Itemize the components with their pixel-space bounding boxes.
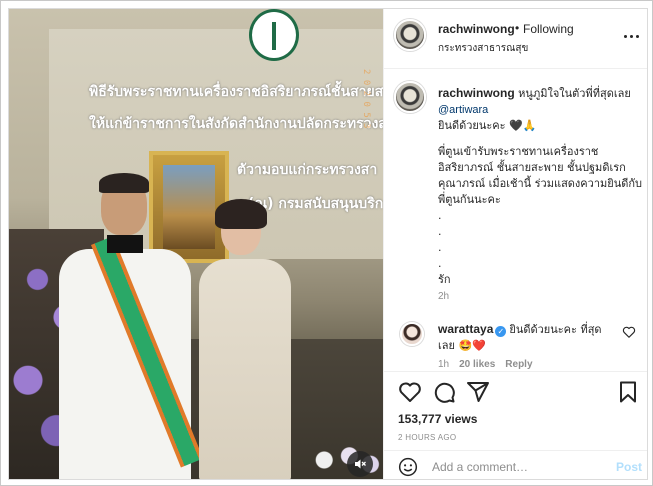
post-location[interactable]: กระทรวงสาธารณสุข	[438, 41, 528, 56]
caption-dot: .	[438, 225, 442, 238]
caption-first-text: หนูภูมิใจในตัวพี่ที่สุดเลย	[518, 87, 631, 100]
caption-body-line: พี่ตูนเข้ารับพระราชทานเครื่องราช	[438, 145, 599, 158]
post-timestamp[interactable]: 2 HOURS AGO	[398, 433, 456, 442]
banner-line-3: ตัวามอบแก่กระทรวงสา	[237, 162, 378, 178]
post-header: rachwinwong • Following กระทรวงสาธารณสุข	[384, 9, 647, 69]
following-button[interactable]: Following	[523, 22, 574, 36]
ministry-emblem	[249, 9, 299, 61]
uniform-collar	[107, 235, 143, 253]
commenter-avatar[interactable]	[400, 322, 424, 346]
caption-dot: .	[438, 257, 442, 270]
commenter-username[interactable]: warattaya	[438, 322, 493, 336]
man-hair	[99, 173, 149, 193]
caption-dot: .	[438, 209, 442, 222]
speaker-muted-icon	[355, 459, 366, 469]
woman-thai-dress	[199, 259, 291, 479]
woman-hair	[215, 199, 267, 229]
caption-username[interactable]: rachwinwong	[438, 86, 515, 100]
add-comment-bar: Post	[384, 450, 647, 479]
caption-dot: .	[438, 241, 442, 254]
caption-time[interactable]: 2h	[438, 291, 449, 302]
caption-mention[interactable]: @artiwara	[438, 102, 642, 118]
banner-line-1: พิธีรับพระราชทานเครื่องราชอิสริยาภรณ์ชั้…	[89, 84, 383, 100]
banner-line-2: ให้แก่ข้าราชการในสังกัดสำนักงานปลัดกระทร…	[89, 116, 383, 132]
comment-time[interactable]: 1h	[438, 359, 449, 370]
comment-text: warattaya ✓ ยินดีด้วยนะคะ ที่สุดเลย 🤩❤️	[438, 321, 616, 354]
comment-likes[interactable]: 20 likes	[459, 359, 495, 370]
comment-meta: 1h 20 likes Reply	[438, 359, 533, 370]
author-username[interactable]: rachwinwong	[438, 22, 515, 36]
caption-body-line: พี่ตูนกันนะคะ	[438, 193, 501, 206]
save-bookmark-icon[interactable]	[616, 380, 640, 404]
view-count[interactable]: 153,777 views	[398, 412, 477, 426]
instagram-post: พิธีรับพระราชทานเครื่องราชอิสริยาภรณ์ชั้…	[8, 8, 648, 480]
film-date-stamp: 2 0 2 0 5 3	[361, 69, 371, 449]
screenshot-frame: พิธีรับพระราชทานเครื่องราชอิสริยาภรณ์ชั้…	[0, 0, 653, 486]
verified-badge-icon: ✓	[495, 326, 507, 337]
emoji-smiley-icon[interactable]	[398, 457, 418, 477]
caption-sign-off: รัก	[438, 273, 451, 286]
author-avatar[interactable]	[394, 19, 426, 51]
post-comment-button[interactable]: Post	[616, 460, 642, 474]
like-heart-icon[interactable]	[398, 380, 422, 404]
comment-bubble-icon[interactable]	[432, 380, 456, 404]
comment-input[interactable]	[432, 459, 602, 475]
caption-body-line: คุณาภรณ์ เมื่อเช้านี้ ร่วมแสดงความยินดีก…	[438, 177, 643, 190]
post-actions: 153,777 views 2 HOURS AGO Post	[384, 371, 647, 479]
caption-text: rachwinwong หนูภูมิใจในตัวพี่ที่สุดเลย @…	[438, 85, 642, 288]
comments-section: rachwinwong หนูภูมิใจในตัวพี่ที่สุดเลย @…	[384, 69, 647, 371]
share-paper-plane-icon[interactable]	[466, 380, 490, 404]
more-options-icon[interactable]	[622, 29, 640, 43]
caption-avatar[interactable]	[394, 81, 426, 113]
film-date-text: 2 0 2 0 5 3	[361, 69, 371, 129]
caption-body-line: อิสริยาภรณ์ ชั้นสายสะพาย ชั้นปฐมดิเรก	[438, 161, 626, 174]
reply-button[interactable]: Reply	[505, 359, 532, 370]
comment-like-heart-icon[interactable]	[622, 325, 636, 339]
mute-button[interactable]	[347, 451, 373, 477]
caption-line-2: ยินดีด้วยนะคะ 🖤🙏	[438, 119, 537, 132]
post-media-video[interactable]: พิธีรับพระราชทานเครื่องราชอิสริยาภรณ์ชั้…	[9, 9, 383, 479]
post-sidebar: rachwinwong • Following กระทรวงสาธารณสุข…	[383, 9, 647, 479]
separator-dot: •	[515, 21, 520, 35]
